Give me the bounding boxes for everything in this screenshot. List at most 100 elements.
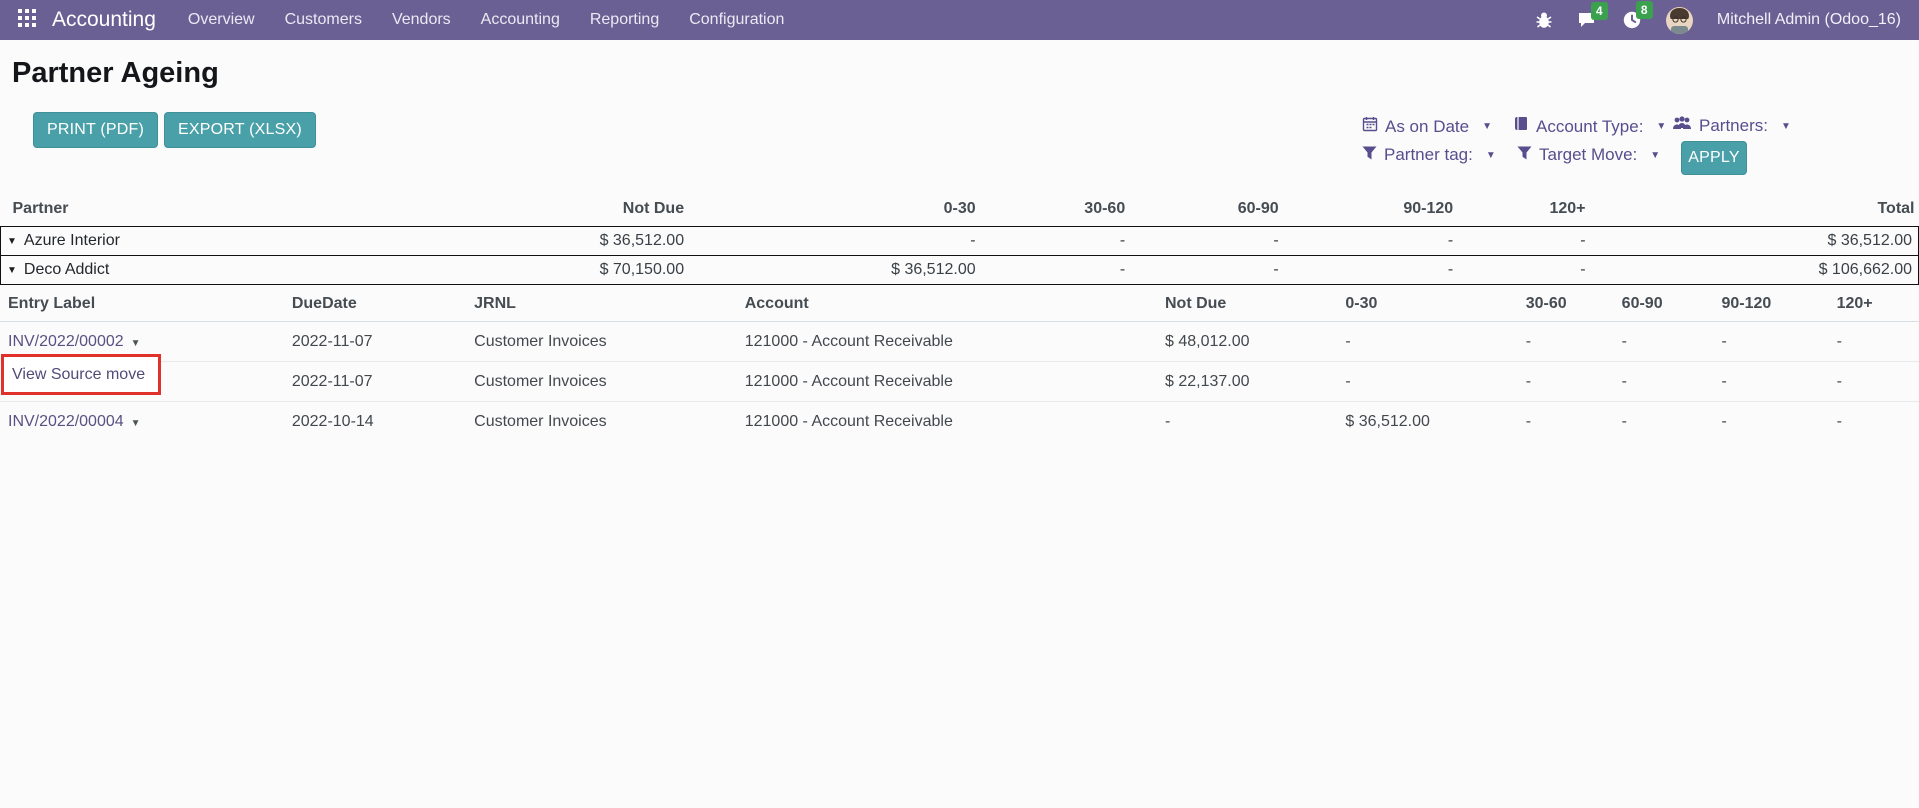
funnel-icon bbox=[1362, 145, 1377, 165]
duedate-cell: 2022-11-07 bbox=[288, 362, 470, 402]
filter-target-move-label: Target Move: bbox=[1539, 145, 1637, 165]
amount-cell: $ 36,512.00 bbox=[1341, 402, 1521, 442]
apply-button[interactable]: APPLY bbox=[1681, 141, 1747, 175]
caret-down-icon[interactable]: ▼ bbox=[131, 338, 141, 349]
caret-down-icon bbox=[7, 261, 24, 278]
amount-cell: - bbox=[980, 256, 1130, 285]
amount-cell: - bbox=[1717, 322, 1832, 362]
entry-lines-table: Entry Label DueDate JRNL Account Not Due… bbox=[0, 285, 1919, 441]
account-cell: 121000 - Account Receivable bbox=[741, 322, 1161, 362]
col-jrnl: JRNL bbox=[470, 285, 741, 322]
caret-down-icon bbox=[7, 232, 24, 249]
menu-accounting[interactable]: Accounting bbox=[481, 7, 560, 33]
caret-down-icon[interactable]: ▼ bbox=[131, 418, 141, 429]
menu-configuration[interactable]: Configuration bbox=[689, 7, 784, 33]
account-cell: 121000 - Account Receivable bbox=[741, 402, 1161, 442]
col-120plus: 120+ bbox=[1833, 285, 1919, 322]
amount-cell: - bbox=[1457, 227, 1589, 256]
amount-cell: - bbox=[1618, 362, 1718, 402]
jrnl-cell: Customer Invoices bbox=[470, 402, 741, 442]
current-app-name[interactable]: Accounting bbox=[52, 8, 156, 32]
summary-header-row: Partner Not Due 0-30 30-60 60-90 90-120 … bbox=[1, 195, 1919, 227]
users-icon bbox=[1672, 116, 1692, 136]
partner-row-deco-addict: Deco Addict $ 70,150.00 $ 36,512.00 - - … bbox=[1, 256, 1919, 285]
col-90-120: 90-120 bbox=[1283, 195, 1458, 227]
view-source-move-menu-item[interactable]: View Source move bbox=[1, 354, 161, 395]
filter-account-type[interactable]: Account Type: ▼ bbox=[1514, 116, 1666, 137]
top-navbar: Accounting Overview Customers Vendors Ac… bbox=[0, 0, 1919, 40]
topbar-right-cluster: 4 8 Mitchell Admin (Odoo_16) bbox=[1535, 7, 1901, 34]
entry-row: 2022-11-07 Customer Invoices 121000 - Ac… bbox=[0, 362, 1919, 402]
amount-cell: - bbox=[1283, 227, 1458, 256]
amount-cell: - bbox=[1129, 256, 1282, 285]
grid-icon bbox=[18, 9, 36, 32]
amount-cell: - bbox=[1457, 256, 1589, 285]
caret-down-icon: ▼ bbox=[1486, 150, 1496, 161]
amount-cell: - bbox=[1283, 256, 1458, 285]
filter-partners-label: Partners: bbox=[1699, 116, 1768, 136]
partner-cell[interactable]: Azure Interior bbox=[1, 227, 404, 256]
amount-cell: - bbox=[1341, 362, 1521, 402]
col-0-30: 0-30 bbox=[688, 195, 980, 227]
jrnl-cell: Customer Invoices bbox=[470, 322, 741, 362]
jrnl-cell: Customer Invoices bbox=[470, 362, 741, 402]
entry-row: INV/2022/00004▼ 2022-10-14 Customer Invo… bbox=[0, 402, 1919, 442]
menu-customers[interactable]: Customers bbox=[285, 7, 362, 33]
amount-cell: - bbox=[1129, 227, 1282, 256]
filter-account-type-label: Account Type: bbox=[1536, 117, 1643, 137]
filter-partner-tag-label: Partner tag: bbox=[1384, 145, 1473, 165]
col-30-60: 30-60 bbox=[1522, 285, 1618, 322]
export-xlsx-button[interactable]: EXPORT (XLSX) bbox=[164, 112, 316, 148]
amount-cell: - bbox=[1618, 322, 1718, 362]
user-name[interactable]: Mitchell Admin (Odoo_16) bbox=[1717, 11, 1901, 29]
account-cell: 121000 - Account Receivable bbox=[741, 362, 1161, 402]
menu-overview[interactable]: Overview bbox=[188, 7, 255, 33]
amount-cell: $ 48,012.00 bbox=[1161, 322, 1341, 362]
amount-cell: - bbox=[980, 227, 1130, 256]
entry-link-inv-00002[interactable]: INV/2022/00002 bbox=[8, 333, 124, 350]
col-90-120: 90-120 bbox=[1717, 285, 1832, 322]
amount-cell: $ 36,512.00 bbox=[403, 227, 688, 256]
entry-row: INV/2022/00002▼ 2022-11-07 Customer Invo… bbox=[0, 322, 1919, 362]
col-total: Total bbox=[1590, 195, 1919, 227]
partner-cell[interactable]: Deco Addict bbox=[1, 256, 404, 285]
bug-icon[interactable] bbox=[1535, 11, 1553, 29]
col-60-90: 60-90 bbox=[1129, 195, 1282, 227]
messages-badge: 4 bbox=[1591, 2, 1608, 20]
filter-target-move[interactable]: Target Move: ▼ bbox=[1517, 145, 1660, 165]
amount-cell: - bbox=[1833, 362, 1919, 402]
amount-cell: $ 36,512.00 bbox=[688, 256, 980, 285]
amount-cell: - bbox=[1522, 402, 1618, 442]
funnel-icon bbox=[1517, 145, 1532, 165]
caret-down-icon: ▼ bbox=[1656, 121, 1666, 132]
amount-cell: $ 70,150.00 bbox=[403, 256, 688, 285]
menu-reporting[interactable]: Reporting bbox=[590, 7, 659, 33]
partner-name: Deco Addict bbox=[24, 261, 109, 278]
amount-cell: - bbox=[1717, 402, 1832, 442]
amount-cell: - bbox=[1833, 402, 1919, 442]
print-pdf-button[interactable]: PRINT (PDF) bbox=[33, 112, 158, 148]
partner-summary-table: Partner Not Due 0-30 30-60 60-90 90-120 … bbox=[0, 195, 1919, 285]
col-120plus: 120+ bbox=[1457, 195, 1589, 227]
amount-cell: - bbox=[1717, 362, 1832, 402]
filter-partners[interactable]: Partners: ▼ bbox=[1672, 116, 1791, 136]
amount-cell: - bbox=[1341, 322, 1521, 362]
user-avatar[interactable] bbox=[1666, 7, 1693, 34]
partner-row-azure-interior: Azure Interior $ 36,512.00 - - - - - $ 3… bbox=[1, 227, 1919, 256]
amount-cell: - bbox=[1833, 322, 1919, 362]
apps-menu-button[interactable] bbox=[18, 9, 36, 32]
col-duedate: DueDate bbox=[288, 285, 470, 322]
filter-partner-tag[interactable]: Partner tag: ▼ bbox=[1362, 145, 1496, 165]
partner-ageing-report: Partner Not Due 0-30 30-60 60-90 90-120 … bbox=[0, 195, 1919, 441]
filter-as-on-date[interactable]: As on Date ▼ bbox=[1362, 116, 1492, 137]
entry-lines-section: Entry Label DueDate JRNL Account Not Due… bbox=[0, 285, 1919, 441]
page-title: Partner Ageing bbox=[12, 57, 1919, 90]
activities-clock-icon[interactable]: 8 bbox=[1622, 10, 1642, 30]
menu-vendors[interactable]: Vendors bbox=[392, 7, 451, 33]
entry-link-inv-00004[interactable]: INV/2022/00004 bbox=[8, 413, 124, 430]
main-menu: Overview Customers Vendors Accounting Re… bbox=[188, 7, 784, 33]
caret-down-icon: ▼ bbox=[1650, 150, 1660, 161]
amount-cell: - bbox=[1522, 322, 1618, 362]
amount-cell: - bbox=[688, 227, 980, 256]
messages-icon[interactable]: 4 bbox=[1577, 11, 1598, 30]
